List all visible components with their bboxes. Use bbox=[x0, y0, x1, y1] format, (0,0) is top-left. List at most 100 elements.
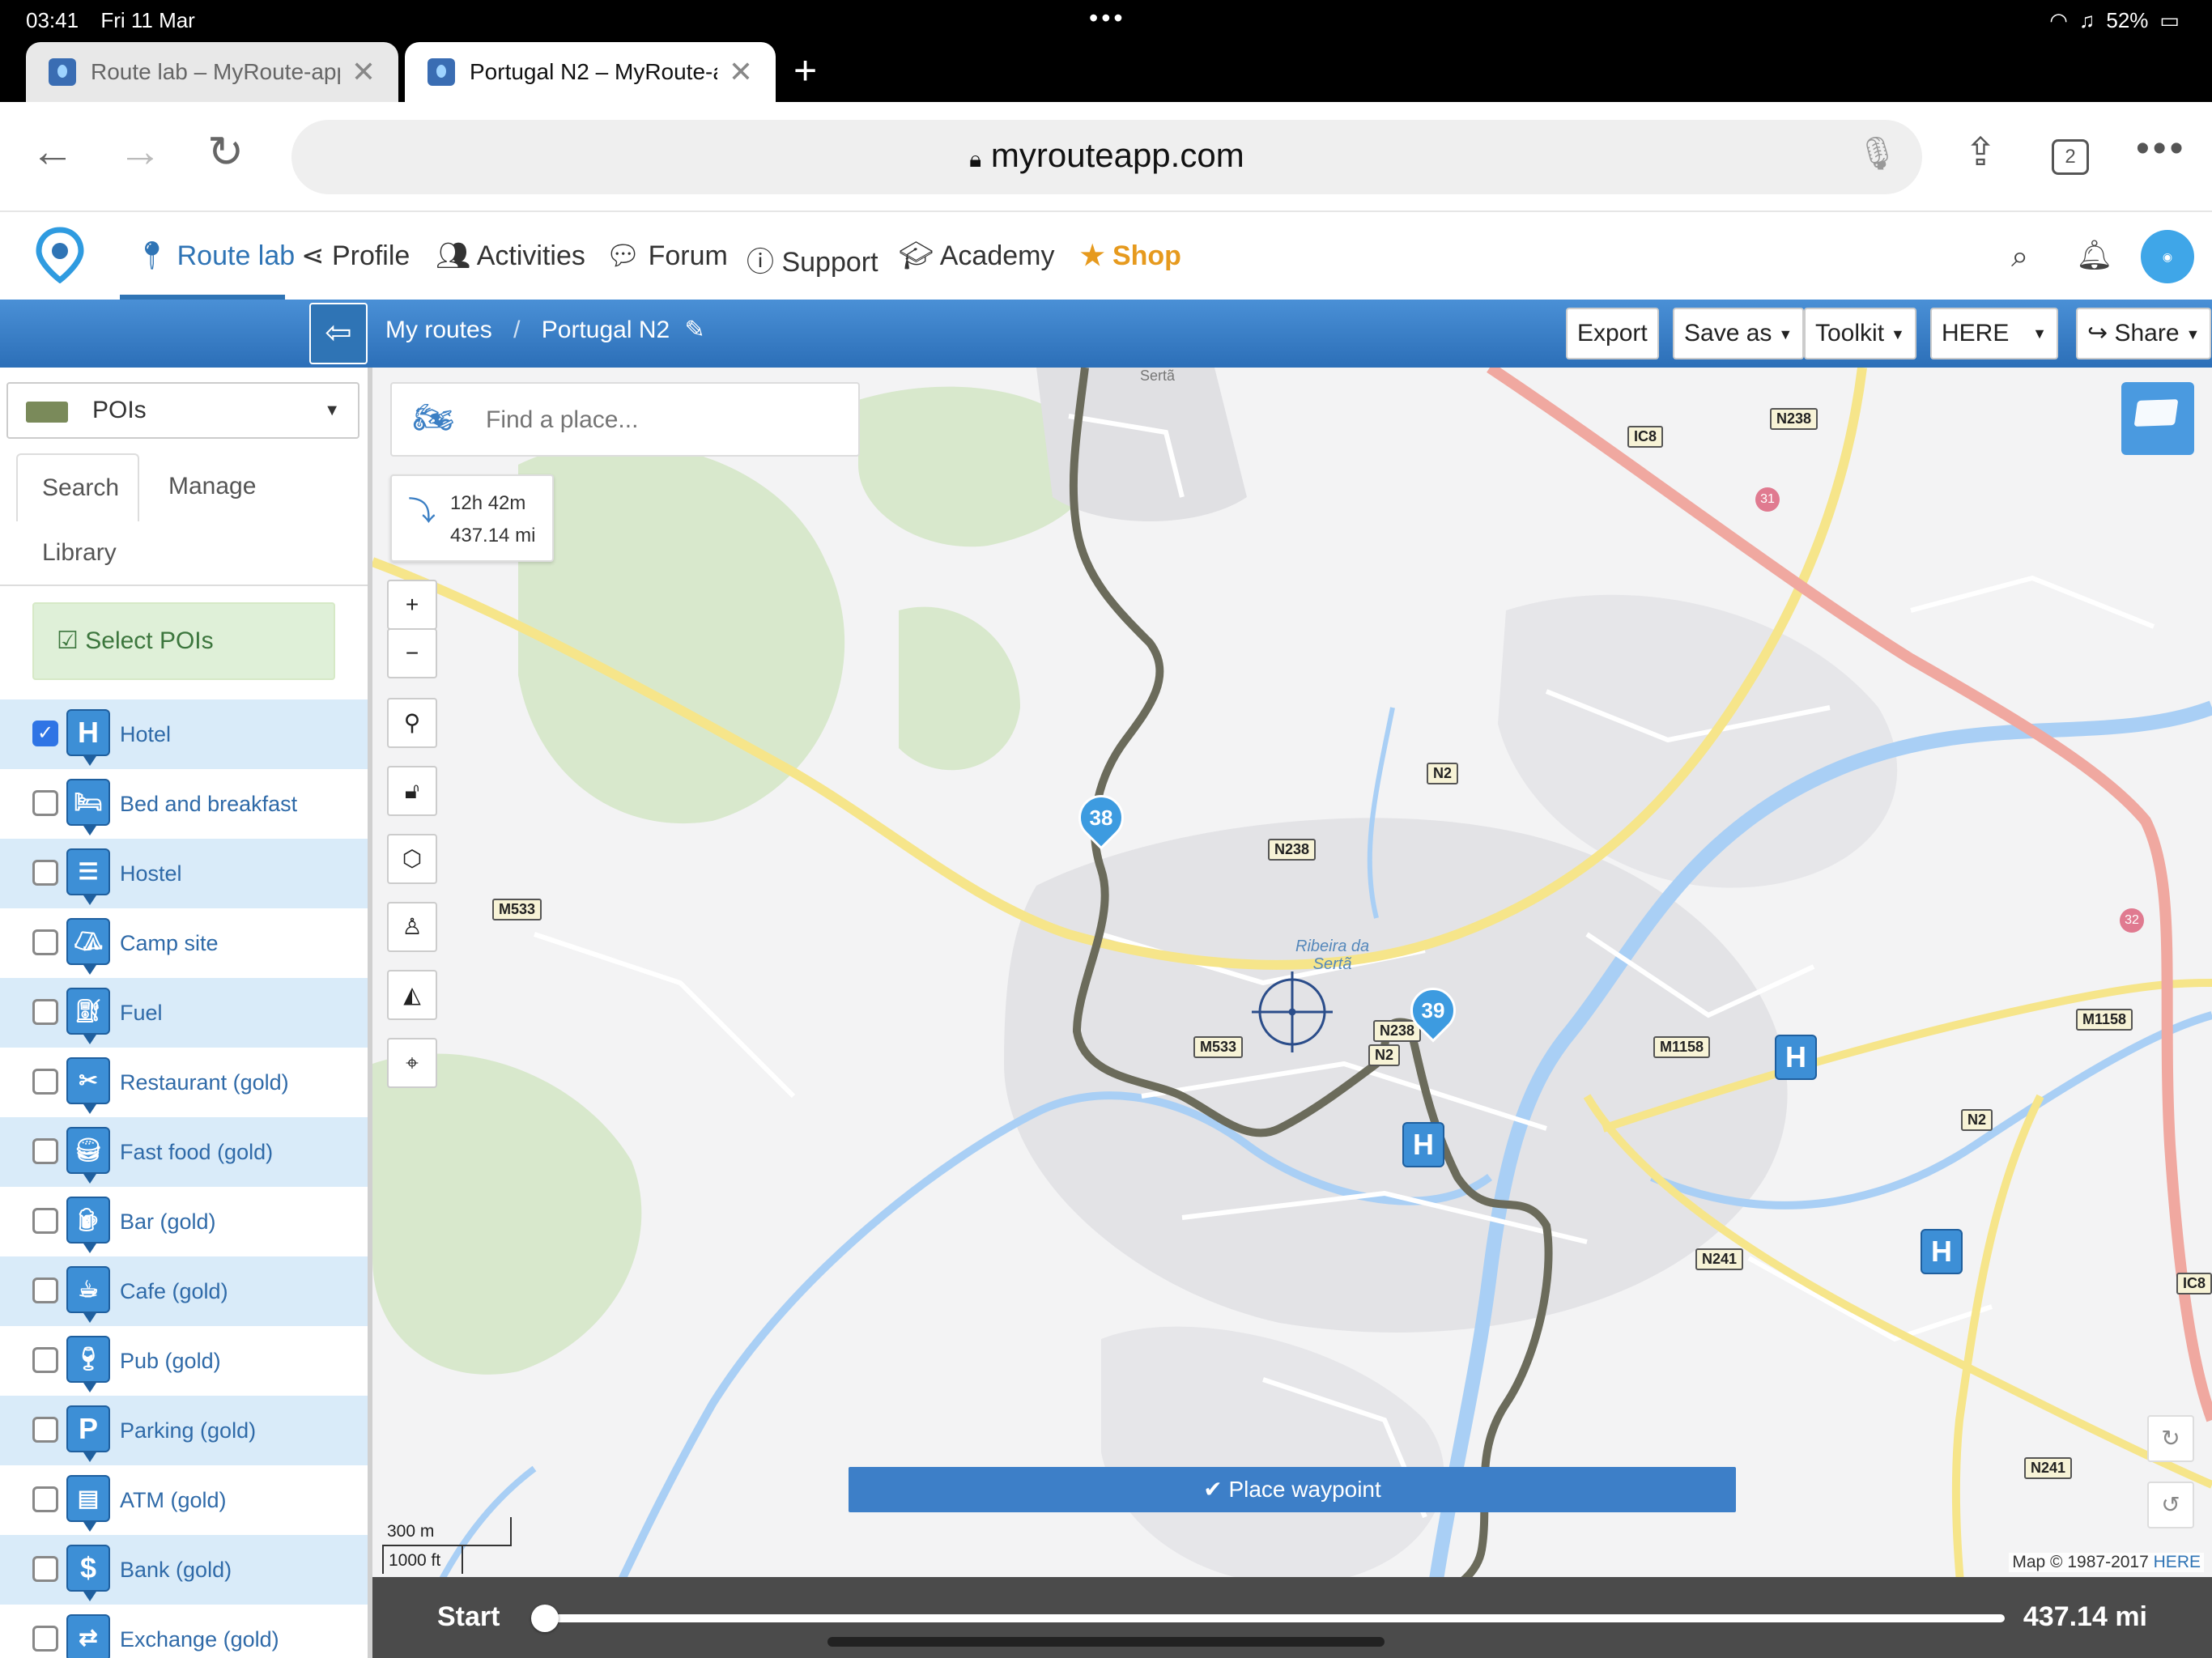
tab-count-button[interactable]: 2 bbox=[2052, 139, 2089, 175]
nav-forum[interactable]: 💬︎ Forum bbox=[606, 240, 728, 272]
url-bar[interactable]: 🔒︎ myrouteapp.com 🎙︎ bbox=[291, 120, 1922, 194]
waypoint-number: 39 bbox=[1421, 998, 1445, 1022]
nav-route-lab[interactable]: 📍︎ Route lab bbox=[134, 240, 295, 272]
select-pois-button[interactable]: ☑ Select POIs bbox=[32, 602, 335, 680]
poi-row[interactable]: ☰ Hostel bbox=[0, 839, 368, 908]
address-row: ← → ↻ 🔒︎ myrouteapp.com 🎙︎ ⇪ 2 ••• bbox=[0, 102, 2212, 212]
avatar[interactable]: ◉ bbox=[2141, 230, 2194, 283]
redo-icon[interactable]: ↻ bbox=[2147, 1415, 2194, 1462]
breadcrumb-my-routes[interactable]: My routes bbox=[385, 317, 492, 343]
tab-title: Portugal N2 – MyRoute-app bbox=[470, 59, 717, 84]
poi-row[interactable]: P Parking (gold) bbox=[0, 1396, 368, 1465]
place-search-input[interactable] bbox=[486, 400, 842, 440]
map-svg[interactable] bbox=[372, 368, 2212, 1658]
zoom-in-icon[interactable]: + bbox=[387, 580, 437, 630]
unlock-icon[interactable]: 🔓︎ bbox=[387, 766, 437, 816]
poi-checkbox[interactable] bbox=[32, 790, 58, 816]
share-icon[interactable]: ⇪ bbox=[1964, 130, 1997, 175]
poi-name: Bar (gold) bbox=[120, 1209, 216, 1234]
place-waypoint-button[interactable]: ✔ Place waypoint bbox=[849, 1467, 1736, 1512]
forward-arrow-icon[interactable]: → bbox=[118, 126, 162, 176]
map-attribution: Map © 1987-2017 HERE bbox=[2009, 1553, 2204, 1572]
poi-checkbox[interactable]: ✓ bbox=[32, 721, 58, 746]
reload-icon[interactable]: ↻ bbox=[207, 126, 244, 177]
nav-profile[interactable]: ⋖ Profile bbox=[301, 240, 410, 272]
poi-marker-icon: 🛏︎ bbox=[66, 779, 110, 835]
locate-crosshairs-icon[interactable]: ⌖ bbox=[387, 1038, 437, 1088]
poi-checkbox[interactable] bbox=[32, 860, 58, 886]
undo-icon[interactable]: ↺ bbox=[2147, 1482, 2194, 1528]
tab-library[interactable]: Library bbox=[42, 539, 117, 567]
poi-marker-icon: H bbox=[66, 709, 110, 766]
hotel-marker-icon[interactable]: H bbox=[1921, 1229, 1963, 1274]
new-tab-icon[interactable]: + bbox=[793, 47, 817, 94]
zoom-out-icon[interactable]: − bbox=[387, 628, 437, 678]
export-button[interactable]: Export bbox=[1566, 308, 1659, 359]
cube-icon[interactable]: ⬡ bbox=[387, 834, 437, 884]
attribution-here-link[interactable]: HERE bbox=[2154, 1553, 2201, 1571]
info-icon: ⓘ bbox=[747, 247, 774, 278]
poi-checkbox[interactable] bbox=[32, 1208, 58, 1234]
panel-mode-select[interactable]: POIs ▼ bbox=[6, 382, 359, 439]
nav-shop-label: Shop bbox=[1112, 240, 1181, 271]
browser-tab-portugal-n2[interactable]: Portugal N2 – MyRoute-app ✕ bbox=[405, 42, 776, 102]
nav-shop[interactable]: ★ Shop bbox=[1080, 240, 1181, 272]
street-view-person-icon[interactable]: ♙ bbox=[387, 902, 437, 952]
poi-row[interactable]: ✂ Restaurant (gold) bbox=[0, 1048, 368, 1117]
breadcrumb-route-name[interactable]: Portugal N2 bbox=[542, 317, 670, 343]
poi-row[interactable]: ☕︎ Cafe (gold) bbox=[0, 1256, 368, 1326]
multitask-dots-icon[interactable]: ••• bbox=[1089, 3, 1126, 33]
poi-checkbox[interactable] bbox=[32, 1069, 58, 1095]
poi-row[interactable]: 🍔︎ Fast food (gold) bbox=[0, 1117, 368, 1187]
poi-row[interactable]: ⛺︎ Camp site bbox=[0, 908, 368, 978]
bell-icon[interactable]: 🔔︎ bbox=[2076, 238, 2113, 272]
myrouteapp-logo-icon[interactable] bbox=[36, 227, 84, 283]
hotel-marker-icon[interactable]: H bbox=[1402, 1122, 1444, 1167]
browser-tab-route-lab[interactable]: Route lab – MyRoute-app ✕ bbox=[26, 42, 398, 102]
nav-academy[interactable]: 🎓︎ Academy bbox=[899, 240, 1054, 272]
hotel-marker-icon[interactable]: H bbox=[1775, 1035, 1817, 1080]
poi-checkbox[interactable] bbox=[32, 1417, 58, 1443]
poi-checkbox[interactable] bbox=[32, 929, 58, 955]
poi-checkbox[interactable] bbox=[32, 1486, 58, 1512]
hotel-marker-glyph: H bbox=[1931, 1235, 1952, 1268]
more-icon[interactable]: ••• bbox=[2136, 126, 2186, 171]
collapse-panel-arrow-icon[interactable]: ⇦ bbox=[309, 303, 368, 364]
share-button[interactable]: ↪ Share ▼ bbox=[2076, 308, 2212, 359]
map-provider-select[interactable]: HERE ▼ bbox=[1930, 308, 2058, 359]
poi-checkbox[interactable] bbox=[32, 1138, 58, 1164]
poi-row[interactable]: ⇄ Exchange (gold) bbox=[0, 1605, 368, 1658]
map-canvas[interactable]: N238 IC8 31 N2 M533 N238 M533 N238 N2 M1158 32 M115… bbox=[372, 368, 2212, 1658]
poi-checkbox[interactable] bbox=[32, 1556, 58, 1582]
tab-close-icon[interactable]: ✕ bbox=[729, 55, 753, 89]
nav-activities[interactable]: 👥︎ Activities bbox=[436, 240, 585, 272]
edit-icon[interactable]: ✎ bbox=[685, 317, 705, 343]
poi-checkbox[interactable] bbox=[32, 999, 58, 1025]
tab-search[interactable]: Search bbox=[16, 453, 139, 521]
toolkit-button[interactable]: Toolkit ▼ bbox=[1804, 308, 1916, 359]
poi-checkbox[interactable] bbox=[32, 1347, 58, 1373]
search-icon[interactable]: ⌕ bbox=[2011, 240, 2028, 274]
map-layers-icon[interactable] bbox=[2121, 382, 2194, 455]
tab-close-icon[interactable]: ✕ bbox=[351, 55, 376, 89]
poi-marker-icon: ⛺︎ bbox=[66, 918, 110, 975]
poi-checkbox[interactable] bbox=[32, 1278, 58, 1303]
route-slider-thumb[interactable] bbox=[531, 1605, 559, 1632]
poi-row[interactable]: 🍷︎ Pub (gold) bbox=[0, 1326, 368, 1396]
map-marker-tool-icon[interactable]: ⚲ bbox=[387, 698, 437, 748]
breadcrumb: My routes / Portugal N2 ✎ bbox=[385, 316, 705, 344]
poi-row[interactable]: ▤ ATM (gold) bbox=[0, 1465, 368, 1535]
poi-row[interactable]: 🛏︎ Bed and breakfast bbox=[0, 769, 368, 839]
save-as-button[interactable]: Save as ▼ bbox=[1673, 308, 1805, 359]
route-slider-track[interactable] bbox=[544, 1614, 2005, 1622]
poi-checkbox[interactable] bbox=[32, 1626, 58, 1652]
back-arrow-icon[interactable]: ← bbox=[31, 126, 74, 176]
nav-support[interactable]: ⓘ Support bbox=[747, 240, 878, 279]
poi-row[interactable]: ✓ H Hotel bbox=[0, 699, 368, 769]
poi-row[interactable]: ⛽︎ Fuel bbox=[0, 978, 368, 1048]
tab-manage[interactable]: Manage bbox=[168, 473, 256, 500]
poi-row[interactable]: 🍺︎ Bar (gold) bbox=[0, 1187, 368, 1256]
elevation-chart-icon[interactable]: ◭ bbox=[387, 970, 437, 1020]
microphone-icon[interactable]: 🎙︎ bbox=[1857, 134, 1898, 172]
poi-row[interactable]: $ Bank (gold) bbox=[0, 1535, 368, 1605]
